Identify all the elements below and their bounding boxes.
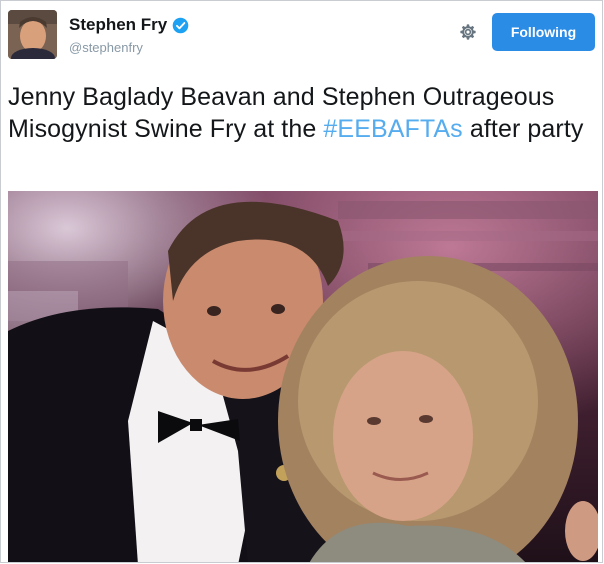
tweet-text-part2: after party — [462, 115, 584, 143]
following-button[interactable]: Following — [492, 13, 595, 51]
gear-icon[interactable] — [457, 21, 479, 43]
display-name[interactable]: Stephen Fry — [69, 15, 189, 35]
tweet-photo[interactable] — [8, 191, 598, 562]
avatar[interactable] — [8, 10, 57, 59]
display-name-text[interactable]: Stephen Fry — [69, 15, 167, 35]
verified-badge-icon — [172, 17, 189, 34]
hashtag-link[interactable]: #EEBAFTAs — [323, 115, 462, 143]
tweet-card: Stephen Fry @stephenfry Following Jenny … — [0, 0, 603, 563]
user-handle[interactable]: @stephenfry — [69, 40, 143, 55]
tweet-header: Stephen Fry @stephenfry Following — [1, 1, 602, 63]
tweet-text: Jenny Baglady Beavan and Stephen Outrage… — [8, 81, 598, 145]
party-photo — [8, 191, 598, 562]
avatar-image — [8, 10, 57, 59]
